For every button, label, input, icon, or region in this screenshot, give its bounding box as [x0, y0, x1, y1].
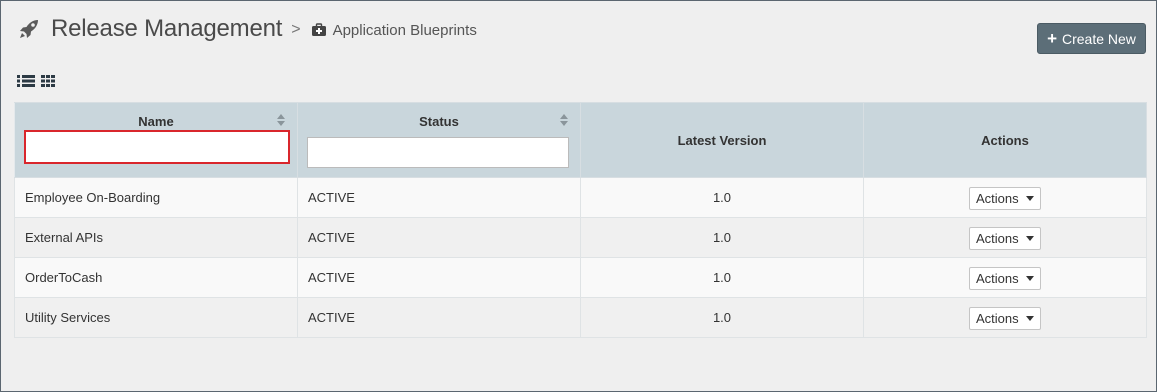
table-row: Employee On-Boarding ACTIVE 1.0 Actions — [14, 177, 1147, 218]
actions-dropdown-button[interactable]: Actions — [969, 307, 1041, 330]
create-new-button[interactable]: + Create New — [1037, 23, 1146, 54]
status-filter-input[interactable] — [307, 137, 569, 168]
cell-status: ACTIVE — [297, 217, 581, 258]
column-header-name[interactable]: Name — [14, 102, 298, 178]
cell-version: 1.0 — [580, 257, 864, 298]
cell-status: ACTIVE — [297, 177, 581, 218]
table-row: OrderToCash ACTIVE 1.0 Actions — [14, 257, 1147, 298]
column-label-name: Name — [138, 114, 174, 129]
table-row: External APIs ACTIVE 1.0 Actions — [14, 217, 1147, 258]
caret-down-icon — [1026, 276, 1034, 281]
cell-actions: Actions — [863, 297, 1147, 338]
actions-dropdown-button[interactable]: Actions — [969, 267, 1041, 290]
column-label-status: Status — [419, 114, 459, 129]
list-view-icon[interactable] — [17, 74, 35, 88]
view-toggle-group — [17, 74, 55, 88]
page-header: Release Management > Application Bluepri… — [17, 15, 477, 43]
actions-label: Actions — [976, 271, 1019, 286]
rocket-icon — [20, 20, 38, 38]
actions-label: Actions — [976, 311, 1019, 326]
cell-version: 1.0 — [580, 177, 864, 218]
cell-version: 1.0 — [580, 217, 864, 258]
sort-icon[interactable] — [277, 114, 285, 126]
actions-label: Actions — [976, 231, 1019, 246]
briefcase-medical-icon — [311, 23, 326, 36]
breadcrumb-separator: > — [291, 21, 301, 38]
column-header-status[interactable]: Status — [297, 102, 581, 178]
blueprints-table: Name Status Latest Version Actions Emplo… — [14, 102, 1147, 338]
cell-name[interactable]: External APIs — [14, 217, 298, 258]
cell-version: 1.0 — [580, 297, 864, 338]
grid-view-icon[interactable] — [41, 75, 55, 87]
cell-status: ACTIVE — [297, 297, 581, 338]
caret-down-icon — [1026, 196, 1034, 201]
table-header-row: Name Status Latest Version Actions — [14, 102, 1147, 178]
column-header-actions: Actions — [863, 102, 1147, 178]
breadcrumb-current[interactable]: Application Blueprints — [333, 22, 477, 39]
cell-name[interactable]: OrderToCash — [14, 257, 298, 298]
actions-dropdown-button[interactable]: Actions — [969, 227, 1041, 250]
actions-label: Actions — [976, 191, 1019, 206]
cell-actions: Actions — [863, 177, 1147, 218]
table-row: Utility Services ACTIVE 1.0 Actions — [14, 297, 1147, 338]
create-new-label: Create New — [1062, 30, 1136, 47]
cell-actions: Actions — [863, 257, 1147, 298]
cell-name[interactable]: Employee On-Boarding — [14, 177, 298, 218]
sort-icon[interactable] — [560, 114, 568, 126]
actions-dropdown-button[interactable]: Actions — [969, 187, 1041, 210]
caret-down-icon — [1026, 316, 1034, 321]
page-frame: Release Management > Application Bluepri… — [0, 0, 1157, 392]
cell-status: ACTIVE — [297, 257, 581, 298]
cell-name[interactable]: Utility Services — [14, 297, 298, 338]
plus-icon: + — [1047, 29, 1057, 48]
page-title: Release Management — [51, 15, 283, 42]
column-header-latest-version: Latest Version — [580, 102, 864, 178]
name-filter-input[interactable] — [24, 130, 290, 164]
cell-actions: Actions — [863, 217, 1147, 258]
caret-down-icon — [1026, 236, 1034, 241]
